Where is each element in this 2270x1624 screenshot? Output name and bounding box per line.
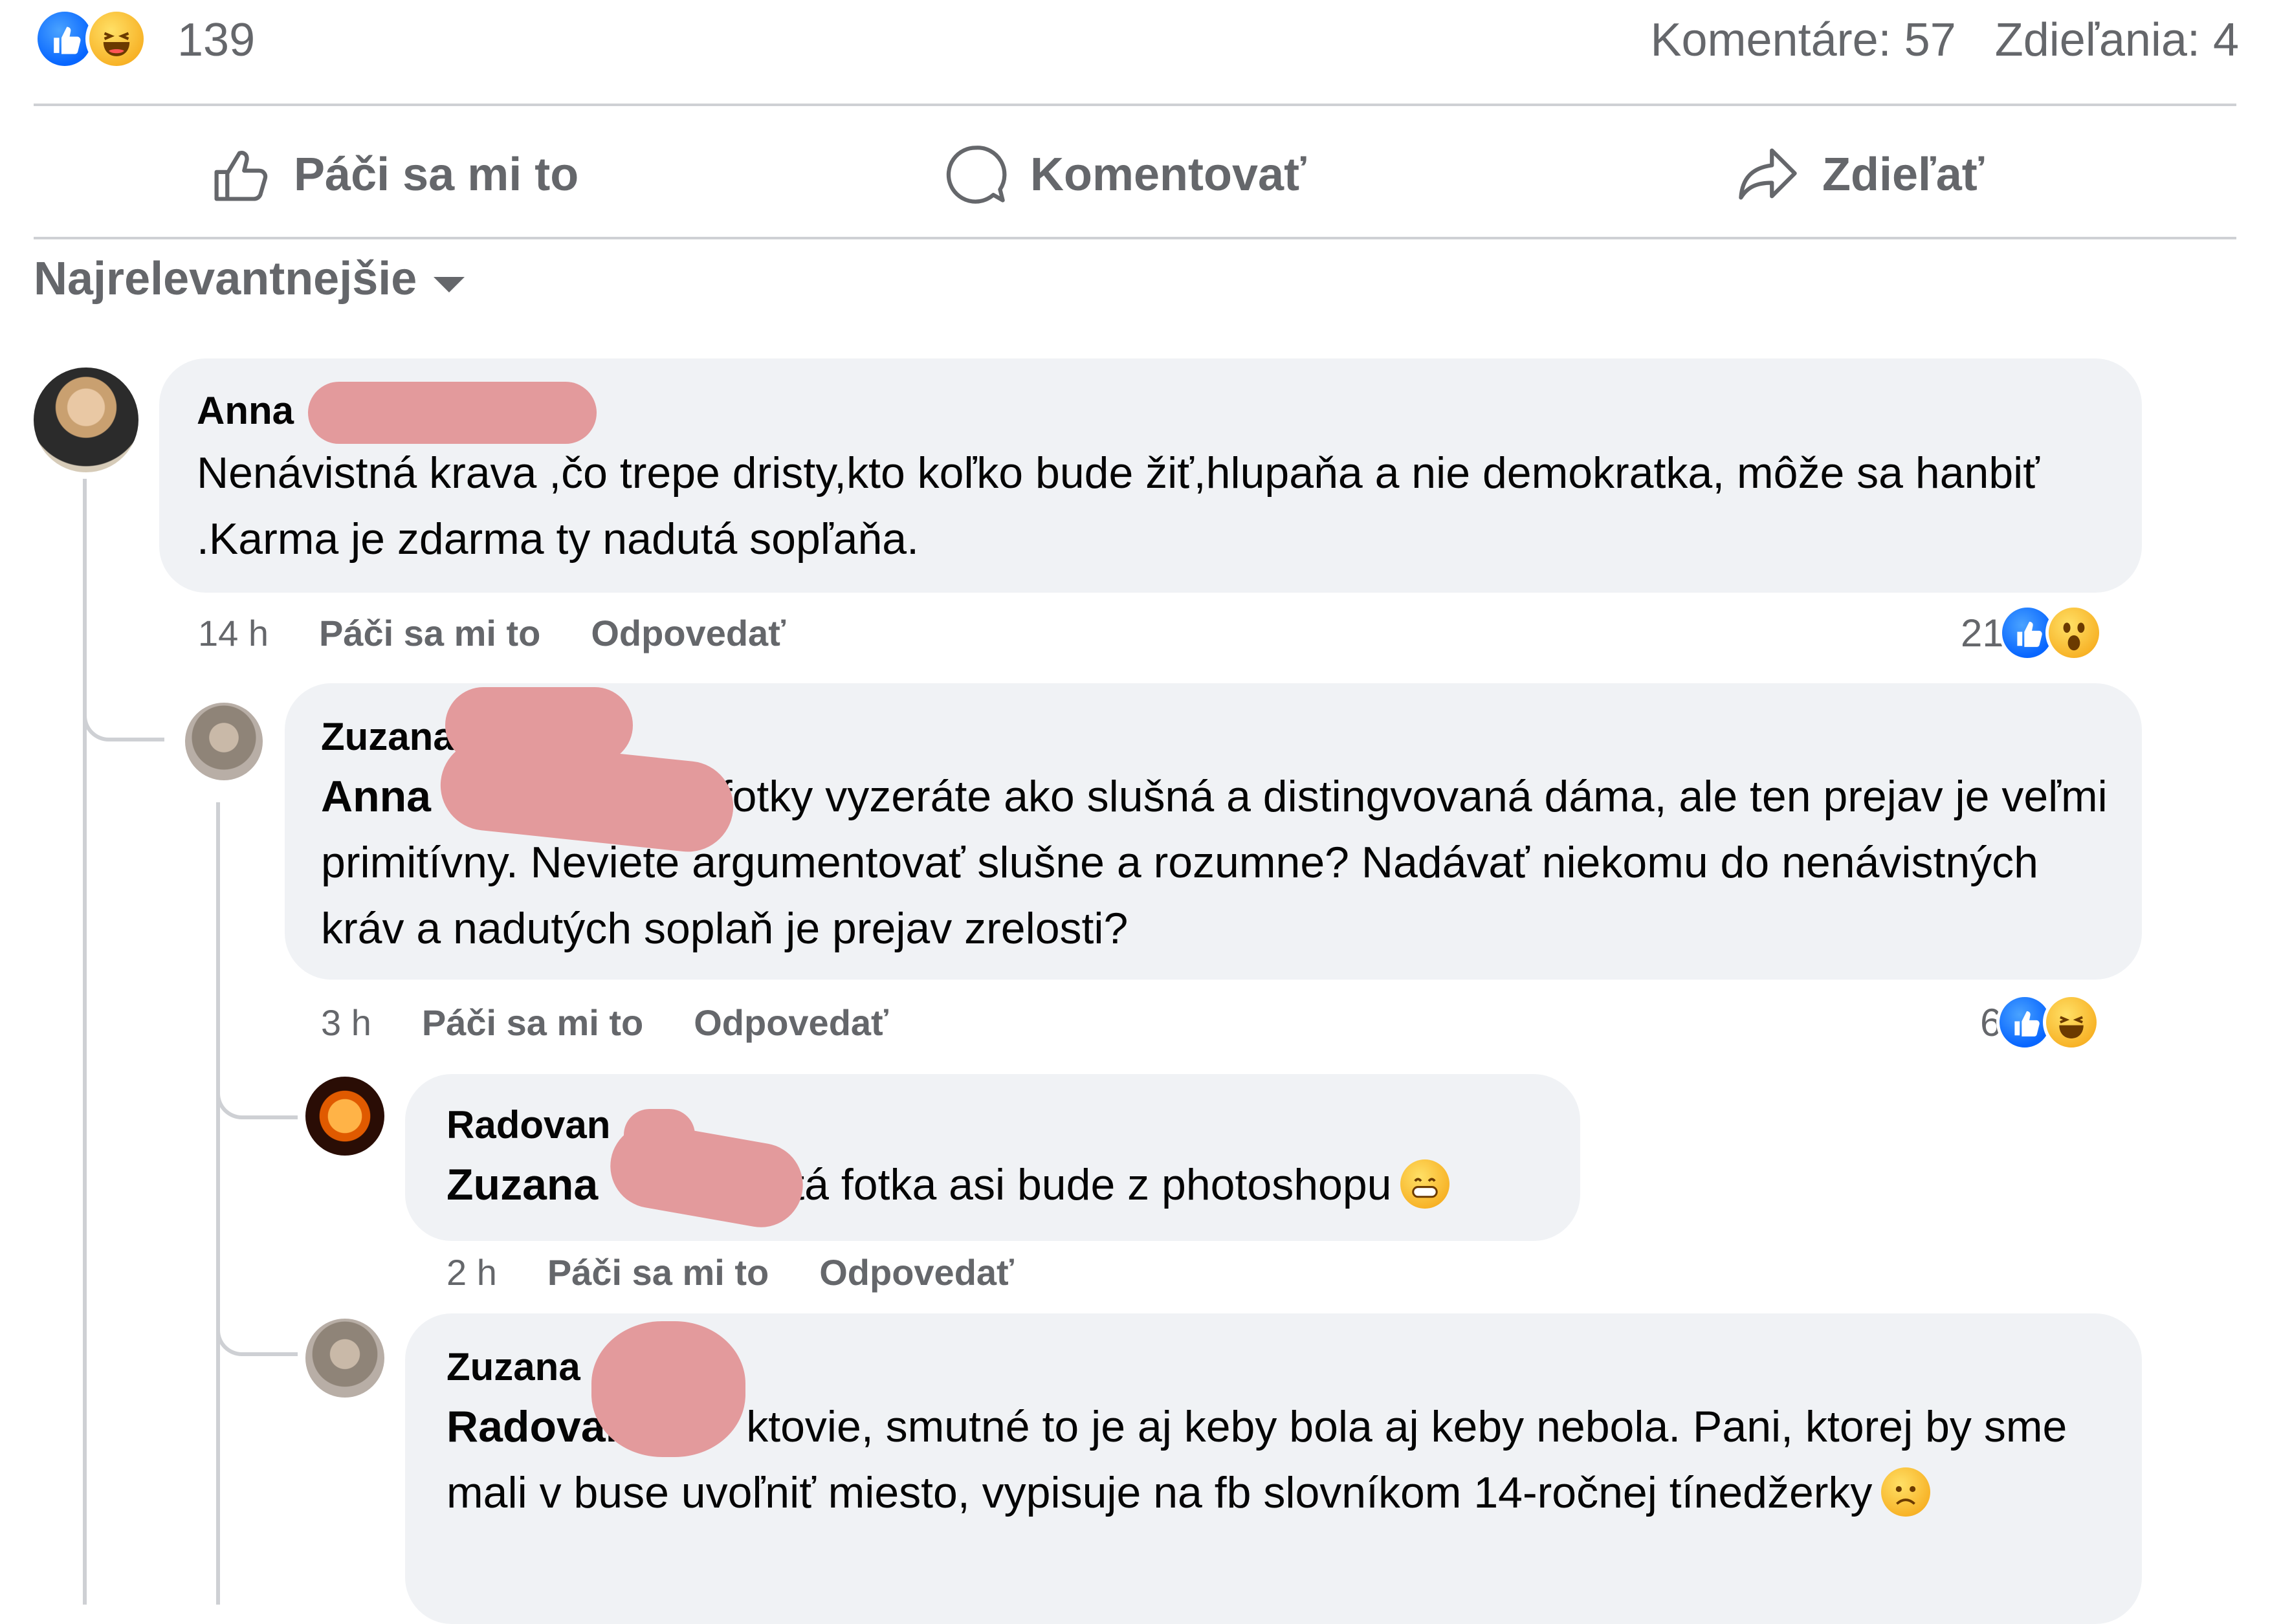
shares-count[interactable]: Zdieľania: 4 (1995, 14, 2239, 66)
comment-meta: 3 h Páči sa mi to Odpovedať (321, 1002, 888, 1044)
comment-mention[interactable]: Zuzana (446, 1160, 598, 1209)
sort-label: Najrelevantnejšie (34, 253, 417, 305)
comment-button[interactable]: Komentovať (942, 129, 1306, 220)
share-arrow-icon (1739, 148, 1797, 200)
comment-author[interactable]: Radovan (446, 1103, 610, 1147)
thread-line (83, 479, 87, 1605)
comment-like-link[interactable]: Páči sa mi to (547, 1251, 769, 1293)
thread-connector (216, 1281, 298, 1356)
comment-bubble-icon (946, 146, 1007, 204)
thread-connector (216, 1035, 298, 1119)
avatar[interactable] (305, 1319, 384, 1398)
comment-like-link[interactable]: Páči sa mi to (319, 612, 540, 654)
avatar[interactable] (185, 703, 263, 780)
comment-time[interactable]: 14 h (198, 612, 269, 654)
haha-icon (2043, 994, 2100, 1051)
comment-reactions-count: 21 (1961, 611, 2004, 655)
haha-icon (85, 8, 148, 70)
divider-bottom (34, 237, 2236, 239)
avatar[interactable] (305, 1077, 384, 1156)
post-reaction-icons[interactable] (34, 5, 163, 70)
comment-text: Nenávistná krava ,čo trepe dristy,kto ko… (197, 448, 2052, 564)
thread-line-nested (216, 802, 220, 1605)
comment-reply-link[interactable]: Odpovedať (819, 1251, 1014, 1293)
grin-emoji (1400, 1159, 1450, 1209)
like-button[interactable]: Páči sa mi to (206, 129, 579, 220)
comment-time[interactable]: 3 h (321, 1002, 371, 1044)
caret-down-icon (434, 277, 465, 292)
post-stats: Komentáre: 57 Zdieľania: 4 (1611, 8, 2239, 72)
comment-reactions[interactable]: 6 (1980, 991, 2100, 1053)
share-button[interactable]: Zdieľať (1734, 129, 1984, 220)
comment-meta: 14 h Páči sa mi to Odpovedať (198, 612, 786, 654)
divider-top (34, 104, 2236, 106)
comment-time[interactable]: 2 h (446, 1251, 497, 1293)
thumbs-up-icon (214, 151, 268, 201)
thread-connector (83, 653, 164, 741)
comment-reply-link[interactable]: Odpovedať (694, 1002, 888, 1044)
comment-author[interactable]: Zuzana (446, 1344, 580, 1389)
frown-emoji (1881, 1467, 1931, 1517)
comment-like-link[interactable]: Páči sa mi to (422, 1002, 643, 1044)
wow-icon (2045, 604, 2102, 661)
comment-button-label: Komentovať (1030, 149, 1306, 201)
comment-reply-link[interactable]: Odpovedať (591, 612, 786, 654)
reactions-count[interactable]: 139 (177, 8, 255, 72)
avatar[interactable] (34, 368, 138, 472)
comment-reactions[interactable]: 21 (1961, 602, 2102, 664)
comment-meta: 2 h Páči sa mi to Odpovedať (446, 1251, 1014, 1293)
comment-sort-dropdown[interactable]: Najrelevantnejšie (34, 252, 465, 305)
comment-author[interactable]: Anna (197, 388, 294, 433)
share-button-label: Zdieľať (1822, 149, 1985, 201)
comments-count[interactable]: Komentáre: 57 (1650, 14, 1956, 66)
like-button-label: Páči sa mi to (294, 149, 579, 201)
comment-text: tá fotka asi bude z photoshopu (792, 1160, 1392, 1209)
redaction (308, 382, 597, 444)
redaction (591, 1321, 745, 1457)
comment-mention[interactable]: Anna (321, 772, 431, 821)
comment-author[interactable]: Zuzana (321, 714, 455, 759)
